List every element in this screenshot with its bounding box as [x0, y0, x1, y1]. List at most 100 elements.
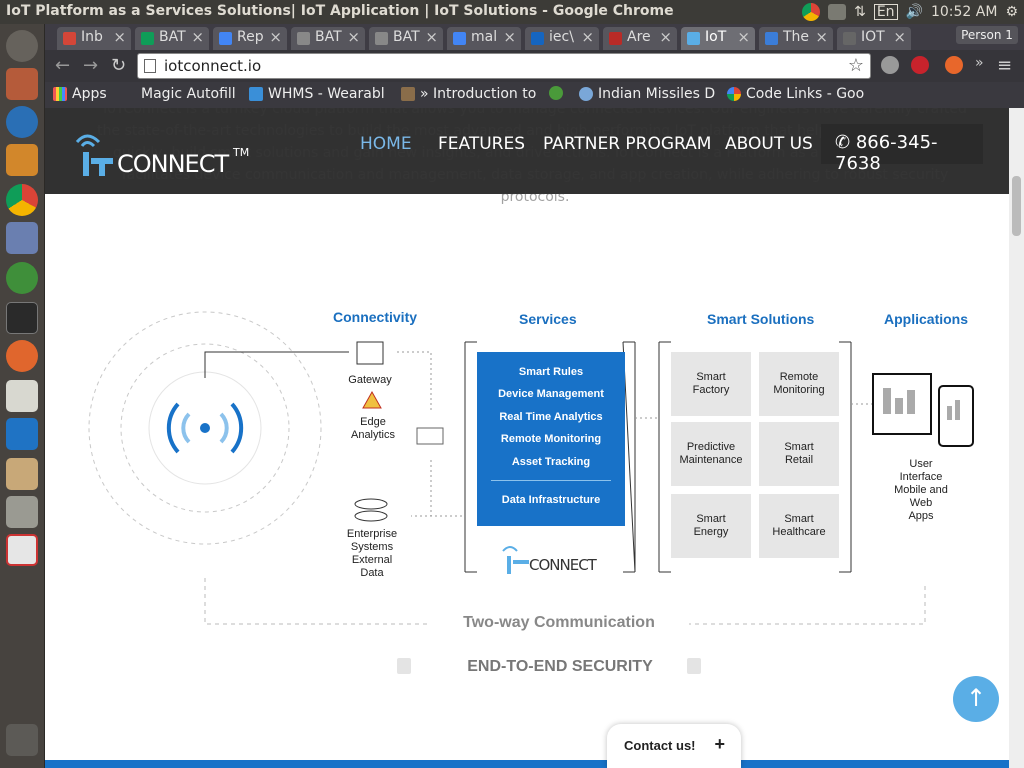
bookmark-label: Apps [72, 86, 107, 102]
back-arrow-icon[interactable]: ← [55, 55, 70, 76]
bookmark-whms[interactable]: WHMS - Wearabl [249, 86, 385, 102]
more-extensions-icon[interactable]: » [975, 55, 984, 71]
files-icon[interactable] [6, 68, 38, 100]
nav-features[interactable]: FEATURES [438, 134, 525, 154]
page-scrollbar[interactable] [1009, 108, 1024, 768]
mail-icon[interactable] [828, 4, 847, 20]
browser-tab[interactable]: BAT × [369, 27, 443, 50]
solution-smart-energy: Smart Energy [671, 494, 751, 558]
browser-tab[interactable]: iec\ × [525, 27, 599, 50]
nav-about-us[interactable]: ABOUT US [725, 134, 813, 154]
browser-tab[interactable]: IOT × [837, 27, 911, 50]
tab-label: iec\ [549, 29, 574, 45]
browser-tab[interactable]: BAT × [291, 27, 365, 50]
menu-icon[interactable]: ≡ [997, 55, 1012, 76]
phone-icon: ✆ [835, 132, 856, 153]
bookmark-star-icon[interactable]: ☆ [848, 55, 864, 76]
text-editor-icon[interactable] [6, 380, 38, 412]
pinterest-icon[interactable] [911, 56, 929, 74]
bookmark-indian-missiles[interactable]: Indian Missiles D [579, 86, 715, 102]
close-tab-icon[interactable]: × [659, 28, 672, 46]
drive-icon [375, 32, 388, 45]
software-updater-icon[interactable] [6, 262, 38, 294]
remote-desktop-icon[interactable] [6, 418, 38, 450]
close-tab-icon[interactable]: × [815, 28, 828, 46]
bookmark-leaf[interactable] [549, 86, 563, 100]
window-title: IoT Platform as a Services Solutions| Io… [6, 3, 674, 19]
google-icon [453, 32, 466, 45]
browser-tab[interactable]: Are × [603, 27, 677, 50]
evince-icon[interactable] [6, 534, 38, 566]
iotconnect-logo[interactable]: CONNECT TM [73, 128, 249, 180]
terminal-icon[interactable] [6, 302, 38, 334]
browser-tab[interactable]: IoT × [681, 27, 755, 50]
keyboard-layout-indicator[interactable]: En [873, 4, 898, 20]
bookmark-apps[interactable]: Apps [53, 86, 107, 102]
reload-icon[interactable]: ↻ [111, 55, 126, 76]
browser-tab[interactable]: Rep × [213, 27, 287, 50]
service-device-management: Device Management [498, 388, 604, 400]
extension-orange-icon[interactable] [945, 56, 963, 74]
address-bar[interactable]: iotconnect.io ☆ [137, 53, 871, 79]
close-tab-icon[interactable]: × [737, 28, 750, 46]
arrow-up-icon: ↑ [965, 684, 987, 712]
close-tab-icon[interactable]: × [503, 28, 516, 46]
service-asset-tracking: Asset Tracking [511, 456, 591, 468]
bookmark-introduction[interactable]: » Introduction to [401, 86, 536, 102]
close-tab-icon[interactable]: × [581, 28, 594, 46]
leaf-icon [549, 86, 563, 100]
scrollbar-thumb[interactable] [1012, 176, 1021, 236]
chrome-launcher-icon[interactable] [6, 184, 38, 216]
close-tab-icon[interactable]: × [425, 28, 438, 46]
browser-tab[interactable]: mal × [447, 27, 521, 50]
page-viewport: IoTConnect is a turnkey cloud platform t… [45, 108, 1009, 768]
s-icon [765, 32, 778, 45]
phone-button[interactable]: ✆ 866-345-7638 [821, 124, 983, 174]
scroll-to-top-button[interactable]: ↑ [953, 676, 999, 722]
heading-connectivity: Connectivity [333, 309, 418, 325]
volume-icon[interactable]: 🔊 [906, 4, 923, 20]
dash-home-icon[interactable] [6, 30, 38, 62]
globe-icon [579, 87, 593, 101]
service-data-infrastructure: Data Infrastructure [501, 494, 601, 506]
notes-icon[interactable] [6, 458, 38, 490]
trash-icon[interactable] [6, 724, 38, 756]
calculator-icon[interactable] [6, 496, 38, 528]
nav-home[interactable]: HOME [360, 134, 412, 154]
whms-icon [249, 87, 263, 101]
forward-arrow-icon[interactable]: → [83, 55, 98, 76]
address-url[interactable]: iotconnect.io [164, 57, 261, 75]
bookmark-magic-autofill[interactable]: Magic Autofill [141, 86, 236, 102]
browser-tab[interactable]: The × [759, 27, 833, 50]
firefox-icon[interactable] [6, 106, 38, 138]
browser-tab[interactable]: BAT × [135, 27, 209, 50]
settings-gear-icon[interactable]: ⚙ [1005, 4, 1018, 20]
enterprise-label: Enterprise Systems External Data [346, 528, 398, 579]
close-tab-icon[interactable]: × [893, 28, 906, 46]
postman-icon[interactable] [6, 340, 38, 372]
bookmark-label: » Introduction to [420, 86, 537, 102]
chrome-icon[interactable] [802, 3, 821, 21]
logo-wordmark: CONNECT [117, 150, 229, 178]
tab-label: Rep [237, 29, 264, 45]
gmail-icon [63, 32, 76, 45]
platform-diagram: Connectivity Services Smart Solutions Ap… [45, 194, 1009, 714]
browser-tab[interactable]: Inb × [57, 27, 131, 50]
transfer-arrows-icon[interactable]: ⇅ [854, 4, 866, 20]
tab-label: The [783, 29, 810, 45]
profile-button[interactable]: Person 1 [956, 26, 1018, 44]
close-tab-icon[interactable]: × [347, 28, 360, 46]
heading-services: Services [519, 311, 577, 327]
close-tab-icon[interactable]: × [269, 28, 282, 46]
close-tab-icon[interactable]: × [113, 28, 126, 46]
bookmarks-bar: Apps Magic Autofill WHMS - Wearabl » Int… [45, 82, 1024, 108]
pidgin-icon[interactable] [6, 222, 38, 254]
clock[interactable]: 10:52 AM [931, 4, 997, 20]
contact-us-button[interactable]: Contact us! + [607, 724, 741, 768]
sublime-text-icon[interactable] [6, 144, 38, 176]
extension-film-icon[interactable] [881, 56, 899, 74]
solution-smart-retail: Smart Retail [759, 422, 839, 486]
close-tab-icon[interactable]: × [191, 28, 204, 46]
nav-partner-program[interactable]: PARTNER PROGRAM [543, 134, 711, 154]
bookmark-code-links[interactable]: Code Links - Goo [727, 86, 864, 102]
